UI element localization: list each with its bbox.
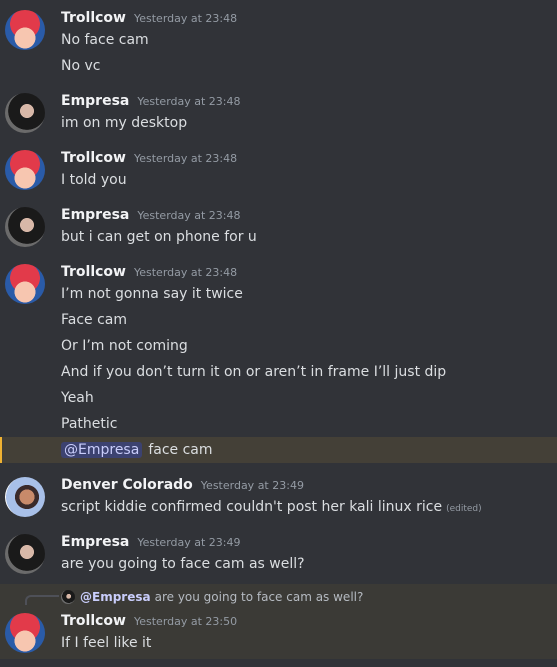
edited-label: (edited): [446, 504, 482, 514]
avatar[interactable]: [5, 534, 45, 574]
message-text: And if you don’t turn it on or aren’t in…: [61, 364, 447, 380]
timestamp: Yesterday at 23:49: [137, 536, 241, 549]
message-text: are you going to face cam as well?: [61, 556, 305, 572]
timestamp: Yesterday at 23:48: [133, 266, 238, 279]
author-name[interactable]: Denver Colorado Yesterday at 23:49: [61, 477, 304, 493]
reply-avatar[interactable]: [61, 590, 75, 604]
timestamp: Yesterday at 23:48: [133, 152, 238, 165]
message-text: I’m not gonna say it twice: [61, 286, 243, 302]
timestamp: Yesterday at 23:48: [133, 12, 238, 25]
message-text: Face cam: [61, 312, 128, 328]
message-text: im on my desktop: [61, 115, 188, 131]
message-text: No vc: [61, 58, 101, 74]
author-name[interactable]: Trollcow Yesterday at 23:48: [61, 264, 237, 280]
user-mention[interactable]: @Empresa: [61, 442, 143, 458]
author-name[interactable]: Trollcow Yesterday at 23:48: [61, 150, 237, 166]
message-text: @Empresa face cam: [61, 442, 213, 458]
avatar[interactable]: [5, 207, 45, 247]
author-name[interactable]: Trollcow Yesterday at 23:50: [61, 613, 237, 629]
avatar[interactable]: [5, 10, 45, 50]
avatar[interactable]: [5, 93, 45, 133]
avatar[interactable]: [5, 150, 45, 190]
message-text: I told you: [61, 172, 127, 188]
timestamp: Yesterday at 23:50: [133, 615, 238, 628]
message-text: Pathetic: [61, 416, 118, 432]
reply-preview[interactable]: @Empresa are you going to face cam as wel…: [80, 590, 363, 604]
message-text: No face cam: [61, 32, 149, 48]
timestamp: Yesterday at 23:48: [137, 95, 241, 108]
message-text: script kiddie confirmed couldn't post he…: [61, 499, 482, 515]
author-name[interactable]: Empresa Yesterday at 23:49: [61, 534, 241, 550]
avatar[interactable]: [5, 264, 45, 304]
author-name[interactable]: Empresa Yesterday at 23:48: [61, 207, 241, 223]
author-name[interactable]: Empresa Yesterday at 23:48: [61, 93, 241, 109]
avatar[interactable]: [5, 477, 45, 517]
message-text: but i can get on phone for u: [61, 229, 257, 245]
reply-connector-line: [25, 595, 59, 605]
timestamp: Yesterday at 23:48: [137, 209, 241, 222]
avatar[interactable]: [5, 613, 45, 653]
author-name[interactable]: Trollcow Yesterday at 23:48: [61, 10, 237, 26]
message-text: Or I’m not coming: [61, 338, 188, 354]
timestamp: Yesterday at 23:49: [200, 479, 304, 492]
message-text: If I feel like it: [61, 635, 152, 651]
message-text: Yeah: [61, 390, 94, 406]
